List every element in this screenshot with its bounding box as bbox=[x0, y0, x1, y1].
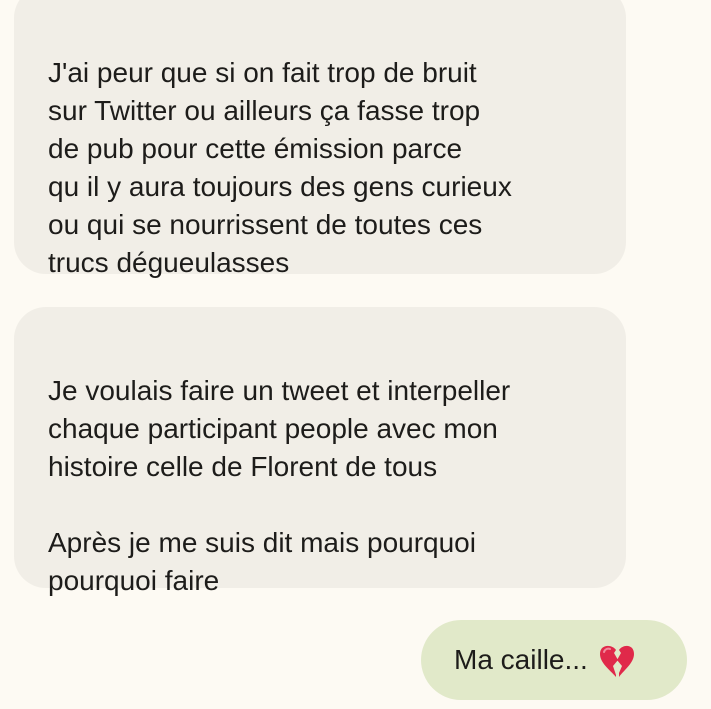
incoming-message-bubble[interactable]: Je voulais faire un tweet et interpeller… bbox=[14, 307, 626, 596]
message-text: Ma caille... bbox=[454, 644, 588, 675]
message-text: J'ai peur que si on fait trop de bruit s… bbox=[48, 57, 512, 278]
incoming-message-bubble[interactable]: J'ai peur que si on fait trop de bruit s… bbox=[14, 0, 626, 278]
broken-heart-icon bbox=[598, 644, 636, 680]
outgoing-message-bubble[interactable]: Ma caille... bbox=[421, 620, 687, 700]
message-text: Je voulais faire un tweet et interpeller… bbox=[48, 375, 511, 596]
